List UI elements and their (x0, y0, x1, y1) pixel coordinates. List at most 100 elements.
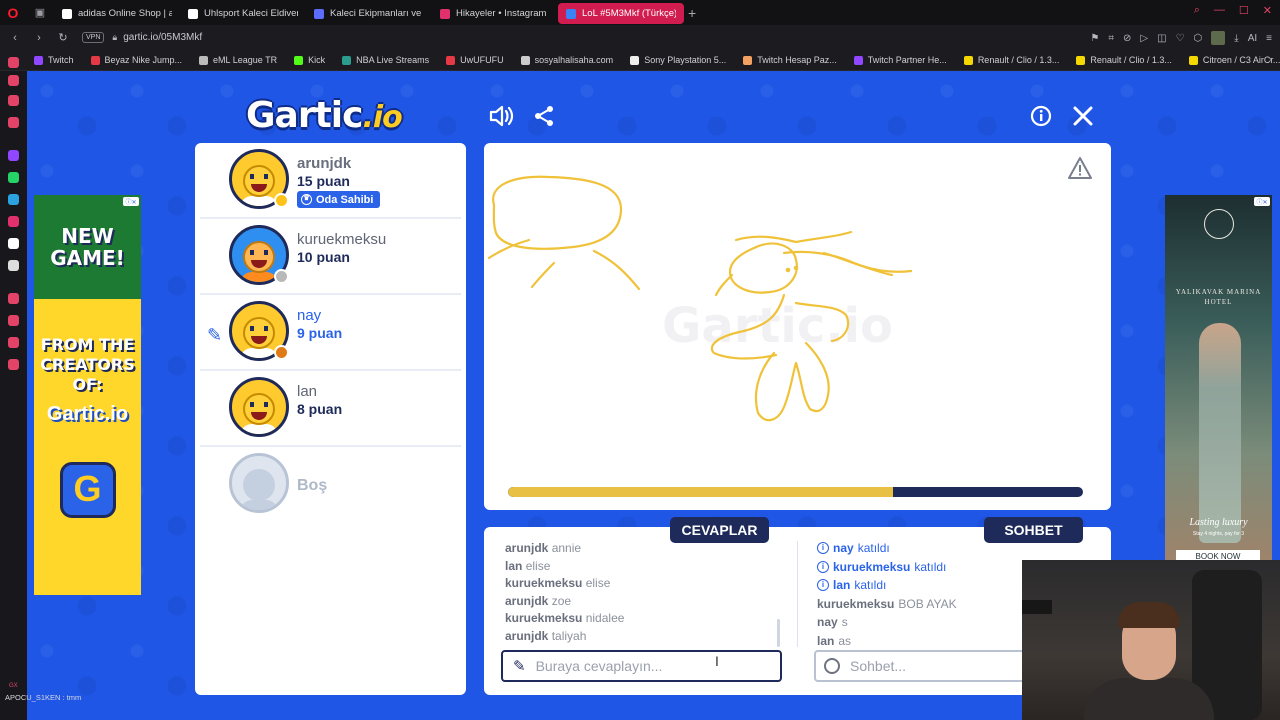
drawing-canvas[interactable]: Gartic.io (484, 143, 1111, 510)
download-icon[interactable]: ⤓ (1234, 33, 1238, 44)
browser-tab[interactable]: Uhlsport Kaleci Eldiveni (180, 3, 306, 24)
speed-dial-icon[interactable] (8, 57, 19, 68)
maximize-button[interactable]: ☐ (1239, 4, 1249, 17)
close-window-button[interactable]: ✕ (1263, 4, 1272, 17)
bookmark-item[interactable]: eML League TR (199, 55, 277, 65)
player-icon[interactable]: ▷ (1140, 33, 1148, 44)
screenshot-icon[interactable]: ◫ (1157, 33, 1166, 44)
reload-button[interactable]: ↻ (54, 31, 72, 44)
player-row[interactable]: ✎ nay 9 puan (200, 295, 461, 371)
left-ad-banner[interactable]: ⓘ✕ NEW GAME! FROM THE CREATORS OF: Garti… (34, 195, 141, 595)
tab-title: adidas Online Shop | adidas (78, 8, 172, 19)
back-button[interactable]: ‹ (6, 32, 24, 44)
tab-chat[interactable]: SOHBET (984, 517, 1083, 543)
browser-tab[interactable]: adidas Online Shop | adidas (54, 3, 180, 24)
vpn-badge[interactable]: VPN (82, 32, 105, 43)
bookmark-item[interactable]: Renault / Clio / 1.3... (1076, 55, 1172, 65)
share-icon[interactable] (531, 103, 557, 129)
tiktok-icon[interactable] (8, 238, 19, 249)
answers-list: arunjdk annie lan elise kuruekmeksu elise a… (505, 541, 785, 651)
bookmark-item[interactable]: UwUFUFU (446, 55, 504, 65)
snapshot-icon[interactable]: ⌗ (1108, 33, 1114, 44)
ad-headline-block: NEW GAME! (34, 195, 141, 299)
empty-avatar (229, 453, 289, 513)
lock-icon[interactable]: 🔒︎ (112, 32, 117, 43)
bookmark-item[interactable]: Twitch (34, 55, 74, 65)
settings-icon[interactable] (8, 359, 19, 370)
player-sidebar-icon[interactable] (8, 293, 19, 304)
gartic-logo[interactable]: Gartic.io (246, 95, 403, 136)
empty-slot[interactable]: Boş (200, 447, 461, 523)
adblock-icon[interactable]: ⊘ (1123, 33, 1131, 44)
chat-text: as (838, 633, 852, 648)
bookmarks-sidebar-icon[interactable] (8, 75, 19, 86)
empty-slot-label: Boş (297, 477, 328, 494)
report-warning-icon[interactable] (1067, 155, 1093, 181)
bookmark-item[interactable]: Twitch Hesap Paz... (743, 55, 837, 65)
info-icon[interactable] (1028, 103, 1054, 129)
right-ad-banner[interactable]: ⓘ✕ YALIKAVAK MARINA HOTEL Lasting luxury… (1165, 195, 1272, 565)
search-tabs-icon[interactable]: ⌕ (1194, 4, 1200, 17)
sound-icon[interactable] (489, 103, 515, 129)
bookmark-item[interactable]: Twitch Partner He... (853, 55, 947, 65)
chat-system-message: i kuruekmeksu katıldı (817, 558, 1032, 577)
chat-message: nay s (817, 613, 1032, 632)
answer-input[interactable]: ✎ Buraya cevaplayın... (501, 650, 782, 682)
downloads-sidebar-icon[interactable] (8, 337, 19, 348)
extensions-icon[interactable]: ⬡ (1194, 33, 1203, 44)
player-row[interactable]: kuruekmeksu 10 puan (200, 219, 461, 295)
bookmark-label: sosyalhalisaha.com (534, 55, 614, 65)
forward-button[interactable]: › (30, 32, 48, 44)
address-bar: ‹ › ↻ VPN 🔒︎ gartic.io/05M3Mkf ⚑ ⌗ ⊘ ▷ ◫… (0, 25, 1280, 50)
bookmark-item[interactable]: NBA Live Streams (342, 55, 429, 65)
url-field[interactable]: gartic.io/05M3Mkf (123, 32, 202, 43)
bookmark-favicon-icon (446, 55, 456, 65)
ad-brand: Gartic.io (46, 403, 129, 425)
bookmark-item[interactable]: Kick (294, 55, 325, 65)
bookmarks-overflow-icon[interactable]: › (1269, 54, 1272, 65)
answer-message: arunjdk zoe (505, 594, 785, 612)
bookmark-icon[interactable]: ⚑ (1090, 33, 1099, 44)
tab-manager-icon[interactable]: ▣ (26, 6, 54, 19)
bookmark-label: Twitch Partner He... (867, 55, 947, 65)
player-row[interactable]: lan 8 puan (200, 371, 461, 447)
bookmark-item[interactable]: Sony Playstation 5... (630, 55, 726, 65)
webcam-person-body (1084, 678, 1214, 720)
answer-message: kuruekmeksu elise (505, 576, 785, 594)
answer-message: arunjdk taliyah (505, 629, 785, 647)
minimize-button[interactable]: — (1214, 4, 1225, 17)
bookmark-item[interactable]: Beyaz Nike Jump... (90, 55, 182, 65)
player-score: 15 puan (297, 173, 350, 189)
ad-choices-icon[interactable]: ⓘ✕ (1254, 197, 1270, 206)
browser-tab[interactable]: Hikayeler • Instagram (432, 3, 558, 24)
x-icon[interactable] (8, 260, 19, 271)
bookmark-item[interactable]: Citroen / C3 AirCr... (1188, 55, 1280, 65)
answers-scrollbar[interactable] (777, 619, 780, 647)
close-icon[interactable] (1070, 103, 1096, 129)
aria-icon[interactable]: AI (1248, 33, 1257, 44)
opera-logo-icon[interactable]: O (0, 0, 26, 25)
menu-icon[interactable]: ≡ (1266, 33, 1272, 44)
history-icon[interactable] (8, 315, 19, 326)
profile-avatar[interactable] (1211, 31, 1226, 45)
workspaces-icon[interactable] (8, 95, 19, 106)
whatsapp-icon[interactable] (8, 172, 19, 183)
info-icon: i (817, 560, 829, 573)
bookmark-item[interactable]: sosyalhalisaha.com (520, 55, 614, 65)
chat-user: nay (817, 615, 838, 630)
bookmark-favicon-icon (743, 55, 753, 65)
browser-tab[interactable]: LoL #5M3Mkf (Türkçe) - G (558, 3, 684, 24)
chat-user: lan (833, 578, 851, 593)
tab-answers[interactable]: CEVAPLAR (670, 517, 769, 543)
player-row[interactable]: arunjdk 15 puan ♛ Oda Sahibi (200, 143, 461, 219)
heart-icon[interactable]: ♡ (1176, 33, 1185, 44)
bookmark-item[interactable]: Renault / Clio / 1.3... (963, 55, 1059, 65)
pinboard-icon[interactable] (8, 117, 19, 128)
new-tab-button[interactable]: + (688, 5, 696, 21)
browser-sidebar (0, 57, 27, 720)
telegram-icon[interactable] (8, 194, 19, 205)
ad-choices-icon[interactable]: ⓘ✕ (123, 197, 139, 206)
browser-tab[interactable]: Kaleci Ekipmanları ve Malz (306, 3, 432, 24)
twitch-icon[interactable] (8, 150, 19, 161)
instagram-icon[interactable] (8, 216, 19, 227)
